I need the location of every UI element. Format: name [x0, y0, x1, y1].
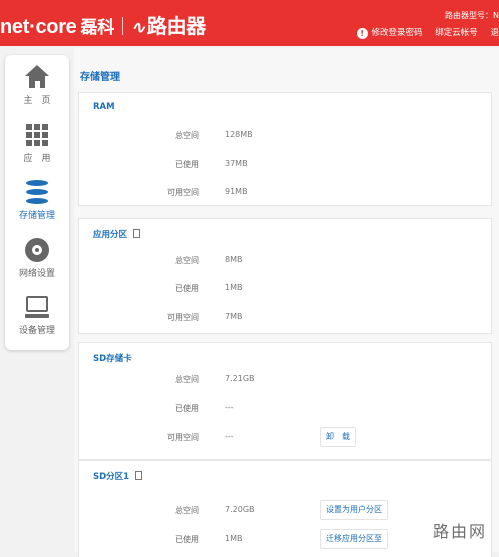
sidebar-item-label: 网络设置	[18, 269, 55, 279]
row-key: 已使用	[175, 404, 199, 413]
row-key: 可用空间	[167, 433, 199, 442]
section-ram: RAM 总空间 128MB 已使用 37MB 可用空间 91MB	[78, 92, 492, 206]
set-user-partition-button[interactable]: 设置为用户分区	[320, 500, 388, 520]
row-value: ---	[225, 403, 234, 412]
device-icon	[25, 295, 49, 319]
brand-name: net·core	[0, 16, 77, 38]
logo-divider	[121, 17, 123, 35]
section-sd-partition-1: SD分区1 总空间 7.20GB 设置为用户分区 已使用 1MB 迁移应用分区至	[78, 460, 492, 557]
sidebar: 主 页 应 用 存储管理 网络设置 设备管理	[5, 55, 69, 350]
row-value: 128MB	[225, 130, 253, 139]
page-title: 存储管理	[80, 72, 120, 83]
section-title: SD分区1	[93, 470, 143, 482]
main-panel: 存储管理 RAM 总空间 128MB 已使用 37MB 可用空间 91MB 应用…	[74, 48, 499, 557]
row-value: 37MB	[225, 159, 248, 168]
info-row: 可用空间 7MB	[79, 312, 491, 326]
document-icon	[135, 471, 143, 480]
document-icon	[133, 229, 141, 238]
sidebar-item-device[interactable]: 设备管理	[5, 295, 69, 352]
info-row: 总空间 8MB	[79, 255, 491, 269]
section-title-text: 应用分区	[93, 230, 128, 240]
brand-logo[interactable]: net·core 磊科 ∿ 路由器	[0, 10, 206, 39]
exit-link[interactable]: 退	[490, 28, 499, 38]
row-value: 7.20GB	[225, 505, 255, 514]
apps-grid-icon	[25, 123, 49, 147]
sidebar-item-label: 主 页	[23, 96, 51, 106]
info-row: 已使用 1MB 迁移应用分区至	[79, 529, 491, 549]
info-row: 可用空间 91MB	[79, 187, 491, 201]
row-key: 总空间	[175, 375, 199, 384]
row-value: 8MB	[225, 255, 243, 264]
section-title: RAM	[93, 102, 115, 112]
row-key: 可用空间	[167, 188, 199, 197]
sidebar-item-home[interactable]: 主 页	[5, 65, 69, 122]
bind-cloud-link[interactable]: 绑定云帐号	[435, 28, 478, 38]
section-title: SD存储卡	[93, 354, 132, 364]
sidebar-item-apps[interactable]: 应 用	[5, 123, 69, 180]
row-key: 总空间	[175, 506, 199, 515]
row-key: 总空间	[175, 131, 199, 140]
home-icon	[25, 65, 49, 89]
row-key: 总空间	[175, 256, 199, 265]
router-logo-icon: ∿	[130, 18, 145, 37]
sidebar-item-network[interactable]: 网络设置	[5, 238, 69, 295]
info-row: 已使用 1MB	[79, 283, 491, 297]
row-key: 已使用	[175, 160, 199, 169]
row-value: 7.21GB	[225, 374, 255, 383]
row-key: 已使用	[175, 535, 199, 544]
sidebar-item-label: 存储管理	[18, 211, 55, 221]
info-row: 已使用 37MB	[79, 159, 491, 173]
row-value: 1MB	[225, 534, 243, 543]
row-value: ---	[225, 432, 234, 441]
sidebar-item-storage[interactable]: 存储管理	[5, 180, 69, 237]
info-row: 可用空间 --- 卸 载	[79, 427, 491, 447]
storage-icon	[25, 180, 49, 204]
row-value: 91MB	[225, 187, 248, 196]
migrate-app-partition-button[interactable]: 迁移应用分区至	[320, 529, 388, 549]
brand-name-cn: 磊科	[80, 18, 115, 37]
info-row: 已使用 ---	[79, 403, 491, 417]
product-name: 路由器	[146, 16, 206, 38]
network-gear-icon	[25, 238, 49, 262]
row-value: 1MB	[225, 283, 243, 292]
section-title-text: SD分区1	[93, 472, 130, 482]
info-row: 总空间 7.20GB 设置为用户分区	[79, 500, 491, 520]
row-key: 可用空间	[167, 313, 199, 322]
sidebar-item-label: 应 用	[23, 154, 51, 164]
section-app-partition: 应用分区 总空间 8MB 已使用 1MB 可用空间 7MB	[78, 218, 492, 334]
model-label: 路由器型号：N	[445, 11, 499, 20]
header-links: ! 修改登录密码 绑定云帐号 退	[356, 26, 499, 39]
change-password-link[interactable]: 修改登录密码	[372, 28, 423, 38]
row-value: 7MB	[225, 312, 243, 321]
info-row: 总空间 7.21GB	[79, 374, 491, 388]
info-row: 总空间 128MB	[79, 130, 491, 144]
watermark: 路由网	[432, 522, 487, 541]
warning-icon: !	[356, 28, 368, 39]
top-header: net·core 磊科 ∿ 路由器 路由器型号：N ! 修改登录密码 绑定云帐号 退	[0, 0, 499, 46]
unmount-button[interactable]: 卸 载	[320, 427, 356, 447]
sidebar-item-label: 设备管理	[18, 326, 55, 336]
section-sd-card: SD存储卡 总空间 7.21GB 已使用 --- 可用空间 --- 卸 载	[78, 342, 492, 460]
row-key: 已使用	[175, 284, 199, 293]
section-title: 应用分区	[93, 228, 141, 240]
